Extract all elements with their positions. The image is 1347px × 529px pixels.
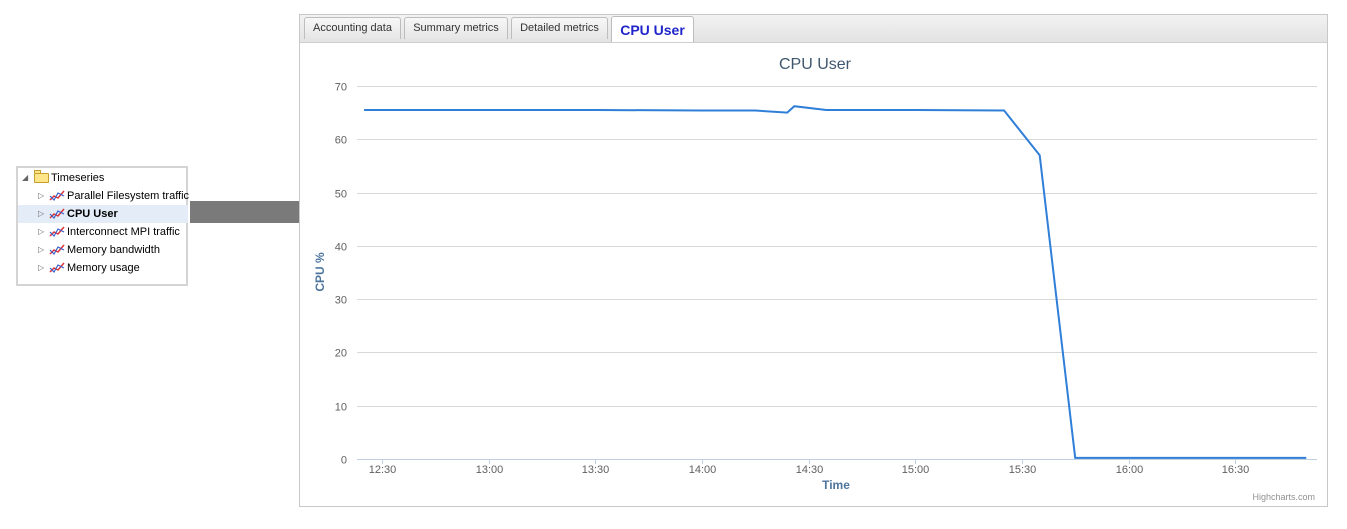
line-chart-icon (49, 244, 65, 255)
highcharts-credits[interactable]: Highcharts.com (1252, 492, 1315, 502)
line-chart-icon (49, 262, 65, 273)
collapsed-triangle-icon[interactable]: ▷ (38, 223, 44, 241)
tree-item-label: Parallel Filesystem traffic (67, 190, 190, 202)
x-tick-label: 13:30 (582, 464, 610, 476)
y-tick-label: 60 (335, 135, 347, 147)
tree-root-label: Timeseries (51, 172, 105, 184)
y-tick-label: 20 (335, 348, 347, 360)
collapsed-triangle-icon[interactable]: ▷ (38, 205, 44, 223)
y-tick-label: 50 (335, 189, 347, 201)
x-tick-label: 14:00 (689, 464, 717, 476)
x-tick-label: 15:00 (902, 464, 930, 476)
y-tick-label: 30 (335, 295, 347, 307)
tree-item[interactable]: ▷ CPU User (18, 205, 188, 223)
tree-item[interactable]: ▷ Parallel Filesystem traffic (18, 187, 190, 205)
y-tick-label: 10 (335, 402, 347, 414)
x-tick-label: 16:30 (1222, 464, 1250, 476)
x-tick-label: 13:00 (476, 464, 504, 476)
y-tick-label: 40 (335, 242, 347, 254)
tree-item-label: CPU User (67, 208, 118, 220)
cpu-user-chart: CPU User 0 10 20 30 40 50 60 70 12:30 13:00 13:30… (313, 56, 1317, 502)
tree-item[interactable]: ▷ Memory bandwidth (18, 241, 188, 259)
tree-item-label: Memory bandwidth (67, 244, 160, 256)
line-chart-icon (49, 190, 65, 201)
series-line-cpu-user (364, 105, 1307, 459)
expanded-triangle-icon[interactable]: ◢ (22, 169, 28, 187)
collapsed-triangle-icon[interactable]: ▷ (38, 259, 44, 277)
folder-icon (34, 170, 49, 183)
timeseries-tree: ◢ Timeseries ▷ Parallel Filesystem traffi… (16, 166, 190, 286)
x-axis-title: Time (822, 478, 850, 492)
chart-title: CPU User (779, 56, 852, 73)
y-axis-title: CPU % (313, 252, 327, 292)
details-panel: Accounting data Summary metrics Detailed… (299, 14, 1328, 507)
tab-cpu-user[interactable]: CPU User (611, 16, 694, 42)
collapsed-triangle-icon[interactable]: ▷ (38, 241, 44, 259)
y-tick-label: 70 (335, 82, 347, 94)
tree-root-timeseries[interactable]: ◢ Timeseries (18, 169, 188, 187)
line-chart-icon (49, 226, 65, 237)
x-tick-label: 14:30 (796, 464, 824, 476)
tab-summary-metrics[interactable]: Summary metrics (404, 17, 508, 39)
line-chart-icon (49, 208, 65, 219)
x-tick-label: 12:30 (369, 464, 397, 476)
tree-item-label: Interconnect MPI traffic (67, 226, 180, 238)
x-tick-label: 16:00 (1116, 464, 1144, 476)
y-tick-label: 0 (341, 455, 347, 467)
collapsed-triangle-icon[interactable]: ▷ (38, 187, 44, 205)
tree-item-label: Memory usage (67, 262, 140, 274)
tab-detailed-metrics[interactable]: Detailed metrics (511, 17, 608, 39)
tree-item[interactable]: ▷ Interconnect MPI traffic (18, 223, 188, 241)
x-tick-label: 15:30 (1009, 464, 1037, 476)
tree-item[interactable]: ▷ Memory usage (18, 259, 188, 277)
tab-strip: Accounting data Summary metrics Detailed… (300, 15, 1327, 43)
tab-accounting-data[interactable]: Accounting data (304, 17, 401, 39)
